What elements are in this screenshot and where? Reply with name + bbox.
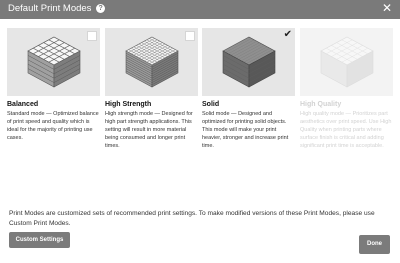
mode-name: Balanced (7, 101, 39, 108)
high-strength-dense-cube-icon (125, 36, 179, 88)
solid-cube-icon (222, 36, 276, 88)
mode-thumbnail (105, 28, 198, 96)
mode-name: High Strength (105, 101, 152, 108)
check-icon[interactable]: ✔ (284, 29, 292, 41)
mode-description: Solid mode — Designed and optimized for … (202, 111, 289, 150)
dialog-title: Default Print Modes ? (8, 3, 106, 14)
dialog-titlebar: Default Print Modes ? ✕ (0, 0, 400, 19)
mode-description: High quality mode — Prioritizes part aes… (300, 111, 392, 150)
mode-name: High Quality (300, 101, 342, 108)
mode-name: Solid (202, 101, 220, 108)
custom-settings-button[interactable]: Custom Settings (9, 232, 70, 248)
mode-thumbnail (7, 28, 100, 96)
mode-checkbox[interactable] (185, 31, 195, 41)
help-icon[interactable]: ? (96, 4, 106, 13)
mode-checkbox[interactable] (87, 31, 97, 41)
high-quality-cube-icon (320, 36, 374, 88)
mode-card-balanced[interactable]: Balanced Standard mode — Optimized balan… (7, 28, 100, 221)
dialog-title-text: Default Print Modes (8, 3, 92, 14)
done-button[interactable]: Done (359, 235, 390, 254)
print-modes-info-text: Print Modes are customized sets of recom… (9, 210, 375, 227)
mode-thumbnail: ✔ (202, 28, 295, 96)
mode-card-solid[interactable]: ✔ Solid Solid mode — Designed and optimi… (202, 28, 295, 221)
balanced-grid-cube-icon (27, 36, 81, 88)
mode-card-high-strength[interactable]: High Strength High strength mode — Desig… (105, 28, 198, 221)
mode-description: High strength mode — Designed for high p… (105, 111, 193, 150)
close-icon[interactable]: ✕ (382, 2, 392, 14)
mode-thumbnail (300, 28, 393, 96)
mode-card-high-quality: High Quality High quality mode — Priorit… (300, 28, 393, 221)
mode-description: Standard mode — Optimized balance of pri… (7, 111, 99, 142)
